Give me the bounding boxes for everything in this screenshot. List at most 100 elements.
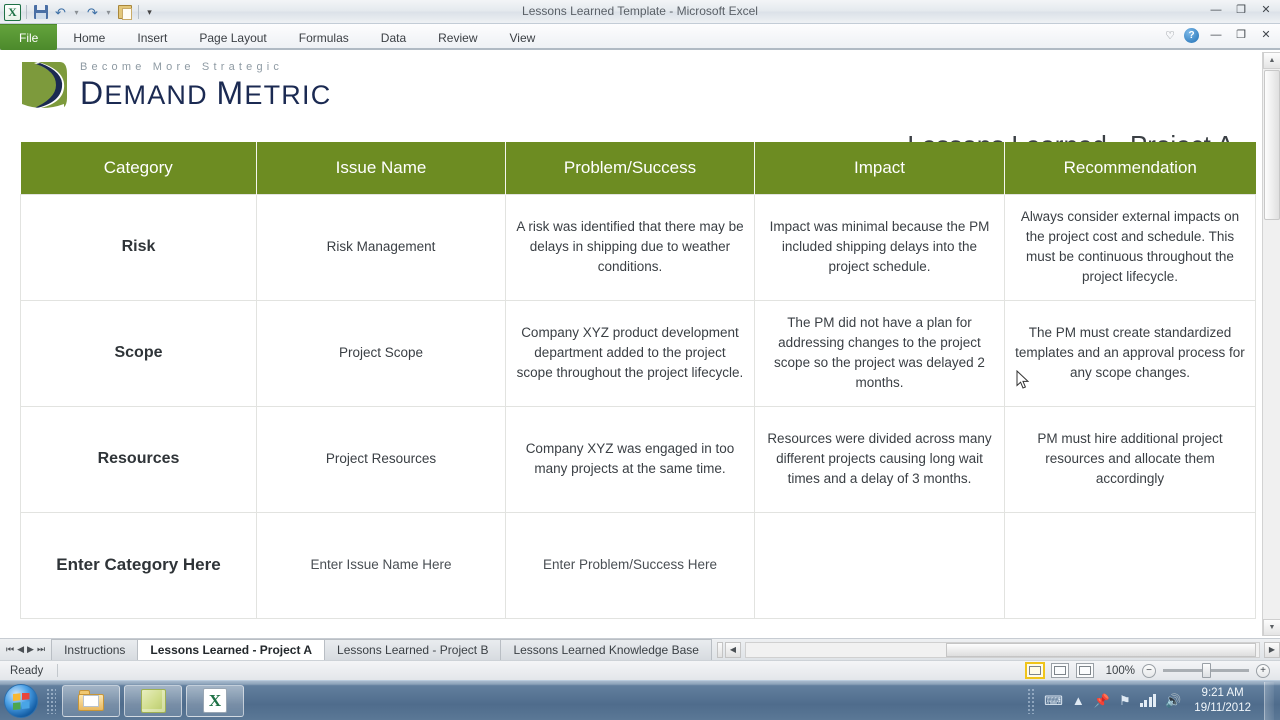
cell-impact[interactable]: The PM did not have a plan for addressin… [754,299,1005,407]
cell-issue-name-placeholder[interactable]: Enter Issue Name Here [256,511,506,619]
table-row: Resources Project Resources Company XYZ … [20,405,1256,513]
cell-recommendation[interactable]: PM must hire additional project resource… [1004,405,1256,513]
cell-category-placeholder[interactable]: Enter Category Here [20,511,257,619]
clock[interactable]: 9:21 AM 19/11/2012 [1190,686,1255,716]
next-sheet-button[interactable]: ▶ [27,644,34,655]
close-workbook-button[interactable]: ✕ [1258,27,1274,43]
minimize-ribbon-button[interactable]: — [1208,27,1224,43]
tab-review[interactable]: Review [422,24,493,50]
favorite-icon[interactable]: ♡ [1165,29,1175,42]
column-header-recommendation[interactable]: Recommendation [1004,142,1256,194]
zoom-slider[interactable] [1163,663,1249,678]
table-row: Risk Risk Management A risk was identifi… [20,193,1256,301]
cell-problem-success-placeholder[interactable]: Enter Problem/Success Here [505,511,755,619]
column-header-category[interactable]: Category [20,142,257,194]
divider [57,664,59,677]
cell-category[interactable]: Scope [20,299,257,407]
worksheet-area[interactable]: Become More Strategic DEMAND METRIC Less… [0,52,1280,636]
notes-icon [140,688,166,713]
vertical-scroll-thumb[interactable] [1264,70,1280,220]
network-pin-icon[interactable]: 📌 [1094,693,1110,709]
last-sheet-button[interactable]: ⏭ [37,644,45,655]
cell-category[interactable]: Resources [20,405,257,513]
system-tray: ⌨ ▲ 📌 ⚑ 🔊 9:21 AM 19/11/2012 [1027,681,1280,720]
tab-file[interactable]: File [0,24,58,50]
cell-problem-success[interactable]: A risk was identified that there may be … [505,193,755,301]
tab-split-handle[interactable] [716,641,723,658]
tab-formulas[interactable]: Formulas [283,24,365,50]
sheet-navigation-buttons: ⏮ ◀ ▶ ⏭ [0,639,51,660]
horizontal-scrollbar[interactable] [744,641,1260,658]
help-icon[interactable]: ? [1184,27,1199,43]
excel-icon: X [203,688,227,713]
show-hidden-icons-icon[interactable]: ▲ [1072,693,1085,708]
action-center-icon[interactable]: ⚑ [1119,693,1131,709]
sheet-tab-instructions[interactable]: Instructions [51,639,139,660]
scroll-up-button[interactable]: ▲ [1263,52,1280,69]
sheet-tab-lessons-learned-project-a[interactable]: Lessons Learned - Project A [137,639,326,660]
clock-time: 9:21 AM [1201,686,1244,699]
brand-text: Become More Strategic DEMAND METRIC [80,61,331,112]
zoom-in-button[interactable]: + [1256,663,1270,678]
cell-issue-name[interactable]: Risk Management [256,193,506,301]
taskbar-button-microsoft-excel[interactable]: X [186,684,244,717]
tab-page-layout[interactable]: Page Layout [183,24,282,50]
tab-view[interactable]: View [494,24,552,50]
sheet-tab-lessons-learned-project-b[interactable]: Lessons Learned - Project B [324,639,502,660]
taskbar-button-windows-explorer[interactable] [62,684,120,717]
cell-impact[interactable]: Resources were divided across many diffe… [754,405,1005,513]
cell-impact-placeholder[interactable] [754,511,1005,619]
cell-recommendation[interactable]: Always consider external impacts on the … [1004,193,1256,301]
cell-recommendation[interactable]: The PM must create standardized template… [1004,299,1256,407]
demand-metric-logo-icon [20,60,70,112]
minimize-button[interactable]: — [1208,2,1224,18]
vertical-scrollbar[interactable]: ▲ ▼ [1262,52,1280,636]
horizontal-scroll-thumb[interactable] [945,642,1256,657]
scroll-down-button[interactable]: ▼ [1263,619,1280,636]
start-button[interactable] [4,683,38,718]
volume-icon[interactable]: 🔊 [1165,693,1181,709]
clock-date: 19/11/2012 [1194,701,1251,714]
folder-icon [78,690,104,711]
show-desktop-button[interactable] [1264,681,1274,720]
windows-logo-icon [13,692,30,710]
close-button[interactable]: ✕ [1258,2,1274,18]
status-bar-right: 100% − + [1025,662,1280,679]
company-logo: Become More Strategic DEMAND METRIC [20,60,331,112]
column-header-impact[interactable]: Impact [754,142,1005,194]
tab-insert[interactable]: Insert [121,24,183,50]
restore-button[interactable]: ❐ [1233,2,1249,18]
zoom-out-button[interactable]: − [1142,663,1156,678]
column-header-issue-name[interactable]: Issue Name [256,142,506,194]
cell-problem-success[interactable]: Company XYZ product development departme… [505,299,755,407]
scroll-left-button[interactable]: ◀ [724,641,741,658]
page-break-view-icon[interactable] [1076,663,1094,678]
cell-issue-name[interactable]: Project Resources [256,405,506,513]
sheet-tab-lessons-learned-knowledge-base[interactable]: Lessons Learned Knowledge Base [500,639,712,660]
tab-home[interactable]: Home [57,24,121,50]
cell-impact[interactable]: Impact was minimal because the PM includ… [754,193,1005,301]
first-sheet-button[interactable]: ⏮ [6,644,14,655]
cell-issue-name[interactable]: Project Scope [256,299,506,407]
taskbar-grip [46,687,56,714]
normal-view-icon[interactable] [1025,662,1045,679]
keyboard-icon[interactable]: ⌨ [1044,693,1063,709]
table-row: Scope Project Scope Company XYZ product … [20,299,1256,407]
cell-recommendation-placeholder[interactable] [1004,511,1256,619]
restore-window-button[interactable]: ❐ [1233,27,1249,43]
column-header-problem-success[interactable]: Problem/Success [505,142,755,194]
tray-grip [1027,687,1036,714]
cell-problem-success[interactable]: Company XYZ was engaged in too many proj… [505,405,755,513]
previous-sheet-button[interactable]: ◀ [17,644,24,655]
zoom-slider-thumb[interactable] [1202,663,1211,678]
worksheet-content: Become More Strategic DEMAND METRIC Less… [0,52,1262,636]
status-mode: Ready [10,664,44,677]
status-bar: Ready 100% − + [0,660,1280,680]
signal-icon[interactable] [1139,694,1157,707]
tab-data[interactable]: Data [365,24,422,50]
page-layout-view-icon[interactable] [1051,663,1069,678]
cell-category[interactable]: Risk [20,193,257,301]
zoom-level[interactable]: 100% [1101,665,1135,677]
scroll-right-button[interactable]: ▶ [1264,641,1280,658]
taskbar-button-sticky-notes[interactable] [124,684,182,717]
